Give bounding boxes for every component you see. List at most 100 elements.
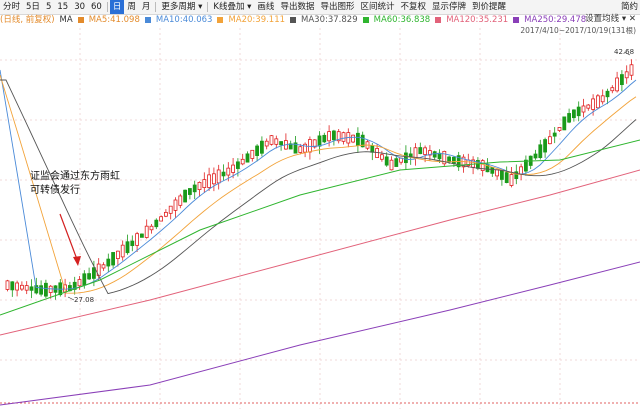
- candle-body[interactable]: [269, 135, 274, 145]
- candle-body[interactable]: [216, 169, 221, 184]
- candle-body[interactable]: [154, 219, 159, 228]
- candle-body[interactable]: [384, 156, 389, 166]
- candle-body[interactable]: [298, 146, 303, 153]
- candle-body[interactable]: [389, 159, 394, 171]
- candle-body[interactable]: [29, 286, 34, 291]
- candle-body[interactable]: [576, 106, 581, 117]
- candle-body[interactable]: [605, 90, 610, 98]
- candle-body[interactable]: [92, 267, 96, 279]
- candle-body[interactable]: [331, 130, 336, 141]
- candle-body[interactable]: [197, 181, 202, 191]
- candle-body[interactable]: [120, 244, 125, 258]
- candle-body[interactable]: [207, 174, 212, 188]
- candle-body[interactable]: [125, 241, 130, 254]
- candle-body[interactable]: [39, 285, 43, 295]
- candle-body[interactable]: [451, 156, 456, 164]
- candle-body[interactable]: [15, 282, 20, 291]
- candle-body[interactable]: [130, 240, 135, 247]
- candle-body[interactable]: [48, 285, 53, 293]
- candle-body[interactable]: [82, 273, 87, 286]
- candle-body[interactable]: [279, 141, 284, 146]
- candle-body[interactable]: [504, 172, 509, 184]
- candle-body[interactable]: [403, 152, 408, 164]
- candle-body[interactable]: [168, 205, 173, 214]
- candle-body[interactable]: [620, 74, 624, 86]
- candle-body[interactable]: [101, 264, 106, 269]
- candle-body[interactable]: [240, 158, 245, 165]
- candle-body[interactable]: [341, 132, 346, 142]
- candle-body[interactable]: [543, 139, 547, 153]
- candle-body[interactable]: [413, 147, 418, 159]
- candle-body[interactable]: [44, 282, 48, 297]
- candle-body[interactable]: [423, 147, 428, 155]
- candle-body[interactable]: [202, 179, 207, 188]
- candle-body[interactable]: [327, 131, 332, 142]
- candle-body[interactable]: [379, 154, 384, 160]
- candle-body[interactable]: [250, 149, 255, 159]
- candle-body[interactable]: [317, 135, 322, 147]
- candle-body[interactable]: [24, 285, 29, 291]
- candle-body[interactable]: [533, 153, 538, 159]
- candle-body[interactable]: [135, 233, 140, 246]
- candle-body[interactable]: [552, 132, 557, 137]
- candle-body[interactable]: [370, 145, 375, 153]
- candle-body[interactable]: [77, 279, 82, 287]
- candle-body[interactable]: [581, 105, 586, 113]
- candle-body[interactable]: [144, 225, 149, 238]
- candle-body[interactable]: [139, 233, 144, 238]
- candle-body[interactable]: [418, 147, 423, 155]
- candle-body[interactable]: [432, 151, 437, 158]
- candle-body[interactable]: [610, 87, 615, 92]
- candle-body[interactable]: [255, 145, 260, 156]
- candle-body[interactable]: [264, 140, 269, 147]
- candle-body[interactable]: [355, 132, 360, 146]
- candle-body[interactable]: [572, 109, 576, 119]
- candle-body[interactable]: [231, 164, 236, 173]
- candle-body[interactable]: [235, 161, 240, 169]
- candle-body[interactable]: [19, 284, 24, 290]
- candle-body[interactable]: [173, 199, 178, 211]
- candle-body[interactable]: [163, 211, 168, 217]
- candle-body[interactable]: [10, 281, 15, 291]
- candle-body[interactable]: [499, 170, 504, 180]
- candle-body[interactable]: [351, 134, 356, 143]
- candle-body[interactable]: [111, 252, 115, 266]
- candle-body[interactable]: [259, 140, 264, 154]
- candle-body[interactable]: [245, 153, 250, 163]
- candle-body[interactable]: [178, 195, 183, 206]
- candle-body[interactable]: [5, 280, 10, 290]
- candle-body[interactable]: [615, 77, 619, 92]
- candle-body[interactable]: [274, 138, 279, 145]
- candle-body[interactable]: [519, 166, 523, 175]
- candle-body[interactable]: [159, 216, 164, 222]
- candle-body[interactable]: [586, 104, 591, 109]
- candle-body[interactable]: [307, 139, 312, 153]
- candle-body[interactable]: [567, 113, 571, 123]
- candle-body[interactable]: [447, 156, 452, 162]
- candle-body[interactable]: [183, 189, 188, 203]
- candle-body[interactable]: [187, 188, 192, 195]
- candle-body[interactable]: [116, 250, 120, 259]
- candle-body[interactable]: [548, 136, 552, 145]
- candle-body[interactable]: [226, 167, 231, 176]
- candle-body[interactable]: [221, 171, 226, 177]
- candle-body[interactable]: [106, 258, 111, 267]
- candle-body[interactable]: [495, 169, 500, 177]
- candle-body[interactable]: [490, 167, 495, 174]
- candle-body[interactable]: [509, 174, 514, 186]
- candle-body[interactable]: [538, 144, 543, 158]
- candle-body[interactable]: [322, 134, 327, 143]
- candle-body[interactable]: [87, 273, 91, 280]
- candle-body[interactable]: [394, 158, 399, 167]
- candle-body[interactable]: [211, 173, 216, 185]
- candlestick-chart[interactable]: [0, 0, 640, 409]
- candle-body[interactable]: [562, 116, 567, 131]
- candle-body[interactable]: [596, 95, 600, 109]
- candle-body[interactable]: [524, 159, 528, 172]
- candle-body[interactable]: [192, 184, 197, 193]
- candle-body[interactable]: [624, 71, 629, 79]
- candle-body[interactable]: [591, 98, 595, 110]
- candle-body[interactable]: [629, 64, 634, 76]
- candle-body[interactable]: [557, 127, 562, 131]
- candle-body[interactable]: [149, 225, 154, 231]
